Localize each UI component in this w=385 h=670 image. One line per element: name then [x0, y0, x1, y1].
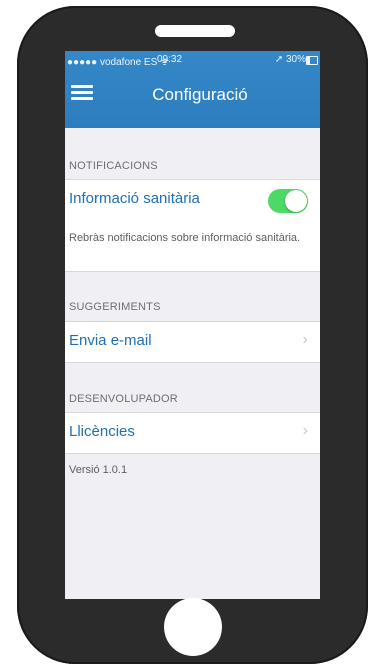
- page-title: Configuració: [152, 85, 248, 104]
- health-info-description: Rebràs notificacions sobre informació sa…: [69, 232, 301, 244]
- hamburger-menu-icon[interactable]: [71, 85, 93, 101]
- chevron-right-icon: ›: [302, 422, 308, 439]
- notifications-section-header: NOTIFICACIONS: [69, 160, 158, 172]
- health-info-label: Informació sanitària: [69, 190, 200, 207]
- phone-frame: ●●●●● vodafone ES ᯤ 09:32 ➚ 30% Configur…: [17, 6, 368, 664]
- health-info-toggle[interactable]: [268, 189, 308, 213]
- suggestions-section-header: SUGGERIMENTS: [69, 301, 161, 313]
- carrier-label: ●●●●● vodafone ES ᯤ: [67, 57, 170, 68]
- health-info-row: Informació sanitària: [65, 179, 320, 221]
- send-email-row[interactable]: Envia e-mail ›: [65, 321, 320, 363]
- home-button[interactable]: [164, 598, 222, 656]
- app-screen: ●●●●● vodafone ES ᯤ 09:32 ➚ 30% Configur…: [65, 51, 320, 599]
- licenses-row[interactable]: Llicències ›: [65, 412, 320, 454]
- status-bar: ●●●●● vodafone ES ᯤ 09:32 ➚ 30%: [65, 54, 320, 68]
- developer-section-header: DESENVOLUPADOR: [69, 393, 178, 405]
- chevron-right-icon: ›: [302, 331, 308, 348]
- navigation-bar: ●●●●● vodafone ES ᯤ 09:32 ➚ 30% Configur…: [65, 51, 320, 128]
- battery-icon: [306, 56, 318, 65]
- health-info-description-cell: Rebràs notificacions sobre informació sa…: [65, 220, 320, 272]
- version-label: Versió 1.0.1: [69, 464, 128, 476]
- licenses-label: Llicències: [69, 423, 135, 440]
- toggle-knob: [285, 190, 307, 212]
- battery-percent: ➚ 30%: [274, 54, 306, 65]
- clock: 09:32: [157, 54, 183, 65]
- send-email-label: Envia e-mail: [69, 332, 152, 349]
- speaker-grille: [155, 25, 235, 37]
